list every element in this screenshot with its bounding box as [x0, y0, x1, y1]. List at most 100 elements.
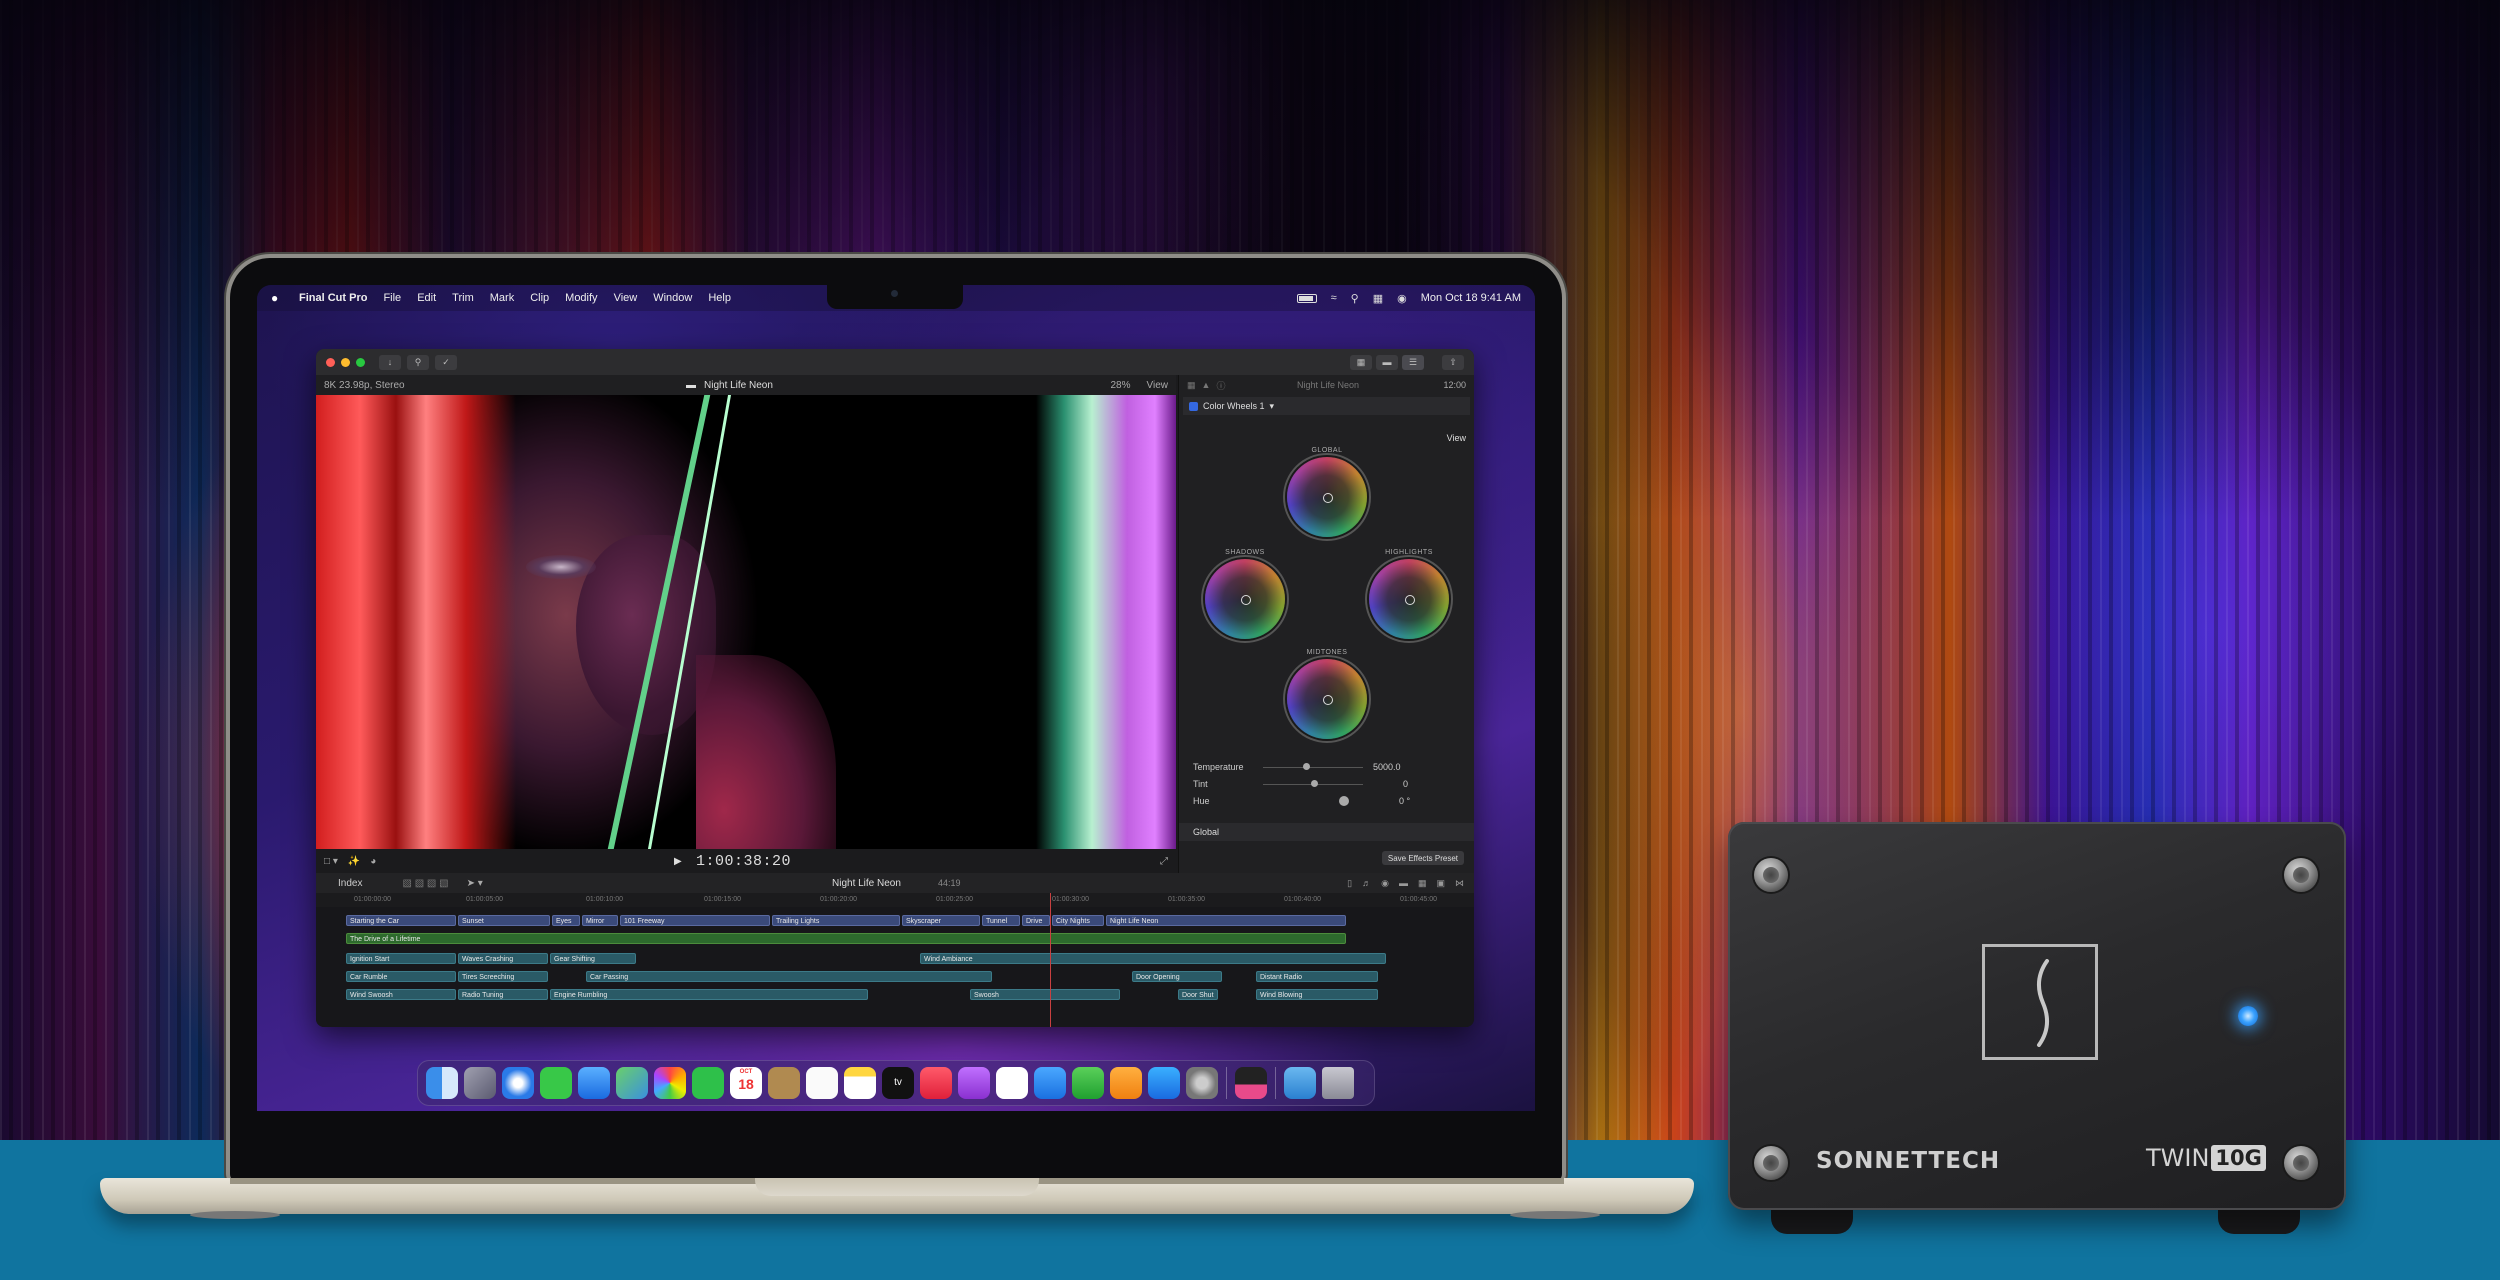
audio-clip[interactable]: Wind Ambiance	[920, 953, 1386, 964]
numbers-icon[interactable]	[1072, 1067, 1104, 1099]
menu-modify[interactable]: Modify	[565, 292, 597, 304]
speed-icon[interactable]: ◕	[370, 856, 376, 867]
reminders-icon[interactable]	[806, 1067, 838, 1099]
audio-clip[interactable]: Waves Crashing	[458, 953, 548, 964]
search-icon[interactable]: ⚲	[1351, 292, 1359, 305]
temperature-slider[interactable]	[1263, 766, 1363, 768]
video-clip[interactable]: Starting the Car	[346, 915, 456, 926]
notes-icon[interactable]	[844, 1067, 876, 1099]
video-clip[interactable]: Mirror	[582, 915, 618, 926]
menu-bar-clock[interactable]: Mon Oct 18 9:41 AM	[1421, 292, 1521, 304]
save-effects-preset-button[interactable]: Save Effects Preset	[1381, 851, 1464, 865]
messages-icon[interactable]	[540, 1067, 572, 1099]
menu-mark[interactable]: Mark	[490, 292, 514, 304]
effects-browser-icon[interactable]: ▣	[1436, 878, 1445, 889]
viewer-view-menu[interactable]: View	[1147, 380, 1169, 391]
podcasts-icon[interactable]	[958, 1067, 990, 1099]
audio-clip[interactable]: Swoosh	[970, 989, 1120, 1000]
midtones-color-wheel[interactable]	[1287, 659, 1367, 739]
audio-clip[interactable]: Wind Blowing	[1256, 989, 1378, 1000]
audio-clip[interactable]: Distant Radio	[1256, 971, 1378, 982]
effect-enable-checkbox[interactable]	[1189, 401, 1198, 411]
video-clip[interactable]: Tunnel	[982, 915, 1020, 926]
clip-appearance-icon[interactable]: ▦	[1418, 878, 1427, 889]
import-icon[interactable]: ↓	[379, 354, 401, 370]
inspector-view-menu[interactable]: View	[1447, 433, 1466, 443]
audio-clip[interactable]: Engine Rumbling	[550, 989, 868, 1000]
launchpad-icon[interactable]	[464, 1067, 496, 1099]
mail-icon[interactable]	[578, 1067, 610, 1099]
downloads-folder-icon[interactable]	[1284, 1067, 1316, 1099]
video-clip[interactable]: 101 Freeway	[620, 915, 770, 926]
audio-clip[interactable]: Wind Swoosh	[346, 989, 456, 1000]
wifi-icon[interactable]: ≈	[1331, 292, 1337, 304]
highlights-color-wheel[interactable]	[1369, 559, 1449, 639]
effect-selector[interactable]: Color Wheels 1 ▾	[1183, 397, 1470, 415]
finder-icon[interactable]	[426, 1067, 458, 1099]
tint-slider-knob[interactable]	[1311, 780, 1318, 787]
zoom-menu[interactable]: 28%	[1110, 380, 1130, 391]
app-store-icon[interactable]	[1148, 1067, 1180, 1099]
hue-value[interactable]: 0 °	[1399, 796, 1410, 806]
video-clip[interactable]: Sunset	[458, 915, 550, 926]
audio-clip[interactable]: Door Opening	[1132, 971, 1222, 982]
battery-icon[interactable]	[1296, 293, 1317, 303]
audio-skimming-icon[interactable]: ♬	[1362, 878, 1371, 889]
photos-icon[interactable]	[654, 1067, 686, 1099]
timeline-ruler[interactable]: 01:00:00:00 01:00:05:00 01:00:10:00 01:0…	[316, 893, 1474, 907]
video-clip[interactable]: Eyes	[552, 915, 580, 926]
hue-dial[interactable]	[1339, 796, 1349, 806]
audio-clip[interactable]: Radio Tuning	[458, 989, 548, 1000]
fullscreen-icon[interactable]: ⤢	[1160, 856, 1168, 867]
timeline-index-button[interactable]: Index	[338, 878, 362, 889]
menu-trim[interactable]: Trim	[452, 292, 474, 304]
news-icon[interactable]	[996, 1067, 1028, 1099]
apple-icon[interactable]: ●	[271, 292, 283, 304]
viewer-canvas[interactable]	[316, 395, 1176, 849]
enhance-icon[interactable]: ✨	[348, 856, 360, 867]
background-tasks-icon[interactable]: ✓	[435, 354, 457, 370]
tint-value[interactable]: 0	[1403, 779, 1408, 789]
video-clip[interactable]: City Nights	[1052, 915, 1104, 926]
audio-clip[interactable]: Car Rumble	[346, 971, 456, 982]
video-clip[interactable]: Night Life Neon	[1106, 915, 1346, 926]
menu-clip[interactable]: Clip	[530, 292, 549, 304]
music-clip[interactable]: The Drive of a Lifetime	[346, 933, 1346, 944]
temperature-slider-knob[interactable]	[1303, 763, 1310, 770]
close-window-button[interactable]	[326, 357, 335, 367]
menu-help[interactable]: Help	[708, 292, 731, 304]
timeline-toggle-icon[interactable]: ▬	[1376, 354, 1398, 370]
pages-icon[interactable]	[1110, 1067, 1142, 1099]
temperature-value[interactable]: 5000.0	[1373, 762, 1401, 772]
transform-icon[interactable]: □ ▾	[324, 856, 338, 867]
timeline-project-name[interactable]: Night Life Neon	[832, 878, 901, 889]
control-center-icon[interactable]: ▦	[1373, 292, 1383, 305]
audio-clip[interactable]: Tires Screeching	[458, 971, 548, 982]
siri-icon[interactable]: ◉	[1397, 292, 1407, 305]
music-icon[interactable]	[920, 1067, 952, 1099]
snapping-icon[interactable]: ▬	[1399, 878, 1408, 889]
shadows-color-wheel[interactable]	[1205, 559, 1285, 639]
maps-icon[interactable]	[616, 1067, 648, 1099]
audio-clip[interactable]: Ignition Start	[346, 953, 456, 964]
contacts-icon[interactable]	[768, 1067, 800, 1099]
menu-file[interactable]: File	[383, 292, 401, 304]
select-tool-icon[interactable]: ➤ ▾	[467, 878, 483, 889]
video-inspector-icon[interactable]: ▦	[1187, 380, 1196, 391]
global-color-wheel[interactable]	[1287, 457, 1367, 537]
facetime-icon[interactable]	[692, 1067, 724, 1099]
inspector-toggle-icon[interactable]: ☰	[1402, 354, 1424, 370]
menu-window[interactable]: Window	[653, 292, 692, 304]
play-button[interactable]: ▶	[674, 856, 682, 867]
keywords-icon[interactable]: ⚲	[407, 354, 429, 370]
audio-clip[interactable]: Gear Shifting	[550, 953, 636, 964]
apple-tv-icon[interactable]: tv	[882, 1067, 914, 1099]
clip-connect-icons[interactable]: ▧ ▧ ▧ ▧	[402, 878, 448, 889]
video-clip[interactable]: Drive	[1022, 915, 1050, 926]
menu-view[interactable]: View	[614, 292, 638, 304]
keynote-icon[interactable]	[1034, 1067, 1066, 1099]
video-clip[interactable]: Skyscraper	[902, 915, 980, 926]
video-clip[interactable]: Trailing Lights	[772, 915, 900, 926]
audio-clip[interactable]: Car Passing	[586, 971, 992, 982]
menu-edit[interactable]: Edit	[417, 292, 436, 304]
